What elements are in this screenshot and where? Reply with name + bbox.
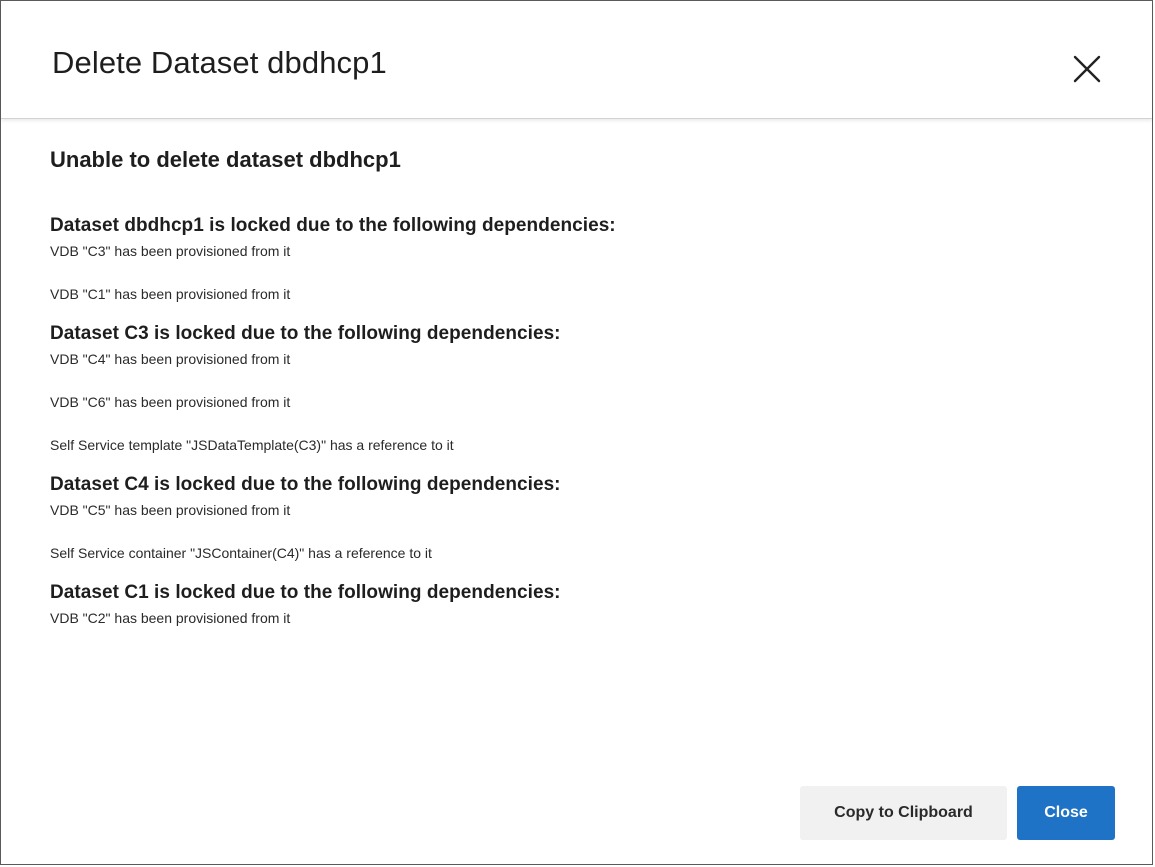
dependency-item: Self Service container "JSContainer(C4)"…	[50, 545, 432, 561]
dependency-item: VDB "C2" has been provisioned from it	[50, 610, 291, 626]
dependency-item: Self Service template "JSDataTemplate(C3…	[50, 437, 454, 453]
copy-to-clipboard-button[interactable]: Copy to Clipboard	[800, 786, 1007, 840]
error-heading: Unable to delete dataset dbdhcp1	[50, 147, 401, 172]
dependency-group: Dataset C3 is locked due to the followin…	[50, 320, 616, 471]
dialog-body: Unable to delete dataset dbdhcp1 Dataset…	[50, 147, 1110, 626]
dialog-header: Delete Dataset dbdhcp1	[1, 1, 1152, 119]
dependency-item: VDB "C1" has been provisioned from it	[50, 286, 291, 302]
close-icon[interactable]	[1069, 51, 1105, 87]
dependency-item: VDB "C6" has been provisioned from it	[50, 394, 291, 410]
dialog-title: Delete Dataset dbdhcp1	[52, 45, 387, 80]
dependency-item: VDB "C5" has been provisioned from it	[50, 502, 291, 518]
group-heading: Dataset C1 is locked due to the followin…	[50, 582, 561, 603]
delete-dataset-dialog: Delete Dataset dbdhcp1 Unable to delete …	[0, 0, 1153, 865]
group-heading: Dataset C4 is locked due to the followin…	[50, 474, 561, 495]
dependency-item: VDB "C4" has been provisioned from it	[50, 351, 291, 367]
group-heading: Dataset C3 is locked due to the followin…	[50, 323, 561, 344]
dependency-item: VDB "C3" has been provisioned from it	[50, 243, 291, 259]
dependency-groups: Dataset dbdhcp1 is locked due to the fol…	[50, 212, 616, 650]
dependency-group: Dataset dbdhcp1 is locked due to the fol…	[50, 212, 616, 320]
close-button[interactable]: Close	[1017, 786, 1115, 840]
dependency-group: Dataset C1 is locked due to the followin…	[50, 579, 616, 650]
group-heading: Dataset dbdhcp1 is locked due to the fol…	[50, 215, 616, 236]
dependency-group: Dataset C4 is locked due to the followin…	[50, 471, 616, 579]
